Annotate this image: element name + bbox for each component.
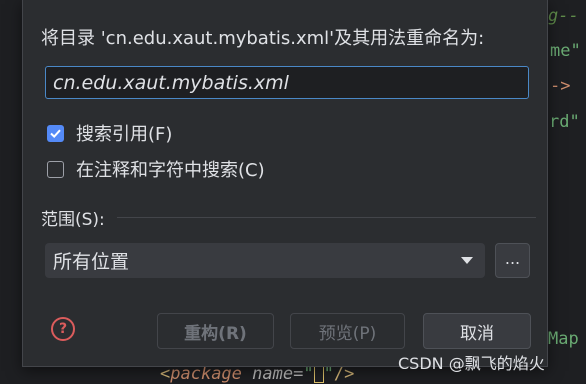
scope-dropdown[interactable]: 所有位置 <box>45 243 485 278</box>
scope-dropdown-value: 所有位置 <box>53 251 130 273</box>
tag-name: package <box>170 364 242 384</box>
tag-open: < <box>160 364 171 384</box>
scope-label: 范围(S): <box>41 210 105 230</box>
cancel-button[interactable]: 取消 <box>423 313 531 349</box>
code-line-package: <package name=" "/> <box>160 364 354 384</box>
preview-button[interactable]: 预览(P) <box>290 313 405 349</box>
new-name-input[interactable] <box>45 66 529 99</box>
code-line: Map <box>548 329 579 349</box>
scope-section: 范围(S): <box>41 205 536 230</box>
search-comments-strings-label: 在注释和字符中搜索(C) <box>76 160 265 181</box>
code-line: rd" <box>549 112 580 132</box>
dialog-title: 将目录 'cn.edu.xaut.mybatis.xml'及其用法重命名为: <box>41 28 485 49</box>
code-line: -> <box>550 76 571 96</box>
editor-gutter <box>0 0 22 383</box>
search-references-checkbox[interactable]: 搜索引用(F) <box>47 122 173 145</box>
scope-divider <box>116 217 536 218</box>
search-comments-strings-checkbox[interactable]: 在注释和字符中搜索(C) <box>47 158 265 181</box>
tag-close: /> <box>333 364 355 384</box>
checkbox-checked-icon[interactable] <box>47 124 64 142</box>
code-line: me" <box>550 41 581 61</box>
search-references-label: 搜索引用(F) <box>76 124 173 145</box>
attr-quote: " <box>323 364 334 384</box>
chevron-down-icon <box>461 257 473 264</box>
attr-quote: " <box>303 364 314 384</box>
rename-directory-dialog: 将目录 'cn.edu.xaut.mybatis.xml'及其用法重命名为: 搜… <box>22 0 548 367</box>
scope-more-button[interactable]: ... <box>495 243 530 278</box>
watermark-text: CSDN @飘飞的焰火 <box>398 354 545 373</box>
attr-name: name= <box>241 364 304 384</box>
text-caret-marker <box>313 365 324 383</box>
refactor-button[interactable]: 重构(R) <box>157 313 274 349</box>
code-line: g-- <box>548 6 579 26</box>
help-icon[interactable]: ? <box>51 317 75 341</box>
checkbox-unchecked-icon[interactable] <box>47 160 64 178</box>
